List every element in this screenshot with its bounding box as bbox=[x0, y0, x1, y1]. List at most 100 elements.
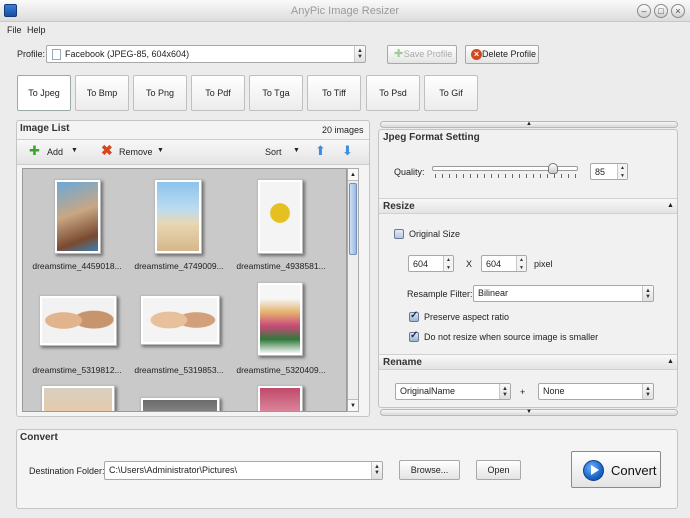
rename-second-select[interactable]: None ▲ ▼ bbox=[538, 383, 654, 400]
original-size-checkbox[interactable] bbox=[394, 229, 404, 239]
profile-select[interactable]: Facebook (JPEG-85, 604x604) ▲ ▼ bbox=[46, 45, 366, 63]
thumbnail[interactable] bbox=[154, 179, 202, 254]
tab-to-psd[interactable]: To Psd bbox=[366, 75, 420, 111]
preserve-aspect-checkbox[interactable] bbox=[409, 310, 419, 322]
profile-label: Profile: bbox=[17, 49, 46, 59]
chevron-down-icon: ▼ bbox=[71, 147, 78, 154]
scroll-up-icon[interactable]: ▲ bbox=[348, 169, 358, 181]
menu-file[interactable]: File bbox=[7, 25, 22, 35]
thumbnail[interactable] bbox=[257, 385, 303, 411]
tab-to-tga[interactable]: To Tga bbox=[249, 75, 303, 111]
quality-label: Quality: bbox=[394, 167, 425, 177]
tab-to-pdf[interactable]: To Pdf bbox=[191, 75, 245, 111]
tab-to-bmp[interactable]: To Bmp bbox=[75, 75, 129, 111]
chevron-down-icon: ▲ ▼ bbox=[354, 46, 365, 62]
tab-to-gif[interactable]: To Gif bbox=[424, 75, 478, 111]
slider-tick bbox=[533, 174, 534, 178]
original-size-label: Original Size bbox=[409, 229, 461, 239]
slider-tick bbox=[470, 174, 471, 178]
move-down-icon[interactable]: ⬇ bbox=[342, 144, 353, 158]
slider-tick bbox=[540, 174, 541, 178]
tab-to-png[interactable]: To Png bbox=[133, 75, 187, 111]
thumbnail[interactable] bbox=[39, 295, 117, 346]
file-name: dreamstime_5320409... bbox=[236, 365, 326, 375]
profile-value: Facebook (JPEG-85, 604x604) bbox=[65, 49, 190, 59]
plus-icon: ✚ bbox=[394, 48, 404, 60]
quality-input[interactable]: 85 ▲ ▼ bbox=[590, 163, 628, 180]
remove-button[interactable]: ✖ Remove ▼ bbox=[101, 142, 165, 160]
file-name: dreamstime_4749009... bbox=[134, 261, 224, 271]
thumbnail[interactable] bbox=[140, 397, 220, 411]
spinner-arrows-icon[interactable]: ▲ ▼ bbox=[617, 164, 627, 179]
thumbnail[interactable] bbox=[41, 385, 115, 411]
slider-tick bbox=[435, 174, 436, 178]
thumbnail[interactable] bbox=[54, 179, 101, 254]
spinner-arrows-icon[interactable]: ▲ ▼ bbox=[516, 256, 526, 271]
slider-tick bbox=[449, 174, 450, 178]
remove-icon: ✖ bbox=[101, 142, 113, 158]
width-input[interactable]: 604 ▲ ▼ bbox=[408, 255, 454, 272]
thumbnail[interactable] bbox=[257, 282, 303, 356]
slider-ticks bbox=[435, 174, 576, 179]
scrollbar-thumb[interactable] bbox=[349, 183, 357, 255]
resample-filter-label: Resample Filter: bbox=[407, 289, 473, 299]
chevron-down-icon: ▲ ▼ bbox=[499, 384, 510, 399]
document-icon bbox=[52, 49, 61, 60]
move-up-icon[interactable]: ⬆ bbox=[315, 144, 326, 158]
delete-profile-button[interactable]: × Delete Profile bbox=[465, 45, 539, 64]
save-profile-button[interactable]: ✚ Save Profile bbox=[387, 45, 457, 64]
chevron-down-icon: ▲ ▼ bbox=[642, 384, 653, 399]
jpeg-setting-title: Jpeg Format Setting bbox=[383, 132, 480, 143]
slider-tick bbox=[554, 174, 555, 178]
slider-tick bbox=[547, 174, 548, 178]
image-list-scrollbar[interactable]: ▲ ▼ bbox=[347, 168, 359, 412]
rename-first-select[interactable]: OriginalName ▲ ▼ bbox=[395, 383, 511, 400]
tab-to-tiff[interactable]: To Tiff bbox=[307, 75, 361, 111]
slider-tick bbox=[491, 174, 492, 178]
menu-help[interactable]: Help bbox=[27, 25, 46, 35]
chevron-down-icon: ▼ bbox=[157, 147, 164, 154]
quality-slider[interactable] bbox=[432, 163, 578, 181]
scroll-down-icon[interactable]: ▼ bbox=[348, 399, 358, 411]
slider-tick bbox=[498, 174, 499, 178]
slider-tick bbox=[575, 174, 576, 178]
open-button[interactable]: Open bbox=[476, 460, 521, 480]
slider-tick bbox=[484, 174, 485, 178]
chevron-down-icon: ▲ ▼ bbox=[642, 286, 653, 301]
file-name: dreamstime_5319812... bbox=[32, 365, 122, 375]
no-upscale-checkbox[interactable] bbox=[409, 330, 419, 342]
collapse-down-bar[interactable]: ▼ bbox=[380, 409, 678, 416]
close-icon[interactable]: × bbox=[671, 4, 685, 18]
play-icon bbox=[583, 460, 604, 481]
delete-icon: × bbox=[471, 49, 482, 60]
minimize-icon[interactable]: – bbox=[637, 4, 651, 18]
collapse-icon[interactable]: ▲ bbox=[667, 202, 674, 209]
x-label: X bbox=[466, 259, 473, 269]
spinner-arrows-icon[interactable]: ▲ ▼ bbox=[443, 256, 453, 271]
slider-tick bbox=[505, 174, 506, 178]
thumbnail[interactable] bbox=[140, 295, 220, 345]
rename-header bbox=[379, 354, 677, 370]
collapse-up-bar[interactable]: ▲ bbox=[380, 121, 678, 128]
title-bar: AnyPic Image Resizer – □ × bbox=[0, 0, 690, 22]
add-button[interactable]: ✚ Add ▼ bbox=[29, 144, 79, 160]
browse-button[interactable]: Browse... bbox=[399, 460, 460, 480]
destination-folder-select[interactable]: C:\Users\Administrator\Pictures\ ▲ ▼ bbox=[104, 461, 383, 480]
chevron-down-icon: ▼ bbox=[293, 147, 300, 154]
file-name: dreamstime_5319853... bbox=[134, 365, 224, 375]
thumbnail[interactable] bbox=[257, 179, 303, 254]
rename-title: Rename bbox=[383, 357, 422, 368]
slider-tick bbox=[442, 174, 443, 178]
height-input[interactable]: 604 ▲ ▼ bbox=[481, 255, 527, 272]
resample-filter-select[interactable]: Bilinear ▲ ▼ bbox=[473, 285, 654, 302]
tab-to-jpeg[interactable]: To Jpeg bbox=[17, 75, 71, 111]
rename-plus-label: + bbox=[520, 387, 526, 397]
no-upscale-label: Do not resize when source image is small… bbox=[424, 332, 599, 342]
convert-button[interactable]: Convert bbox=[571, 451, 661, 488]
sort-button[interactable]: Sort ▼ bbox=[265, 144, 301, 160]
slider-thumb[interactable] bbox=[548, 163, 558, 174]
collapse-icon[interactable]: ▲ bbox=[667, 358, 674, 365]
slider-tick bbox=[568, 174, 569, 178]
unit-label: pixel bbox=[534, 259, 553, 269]
maximize-icon[interactable]: □ bbox=[654, 4, 668, 18]
